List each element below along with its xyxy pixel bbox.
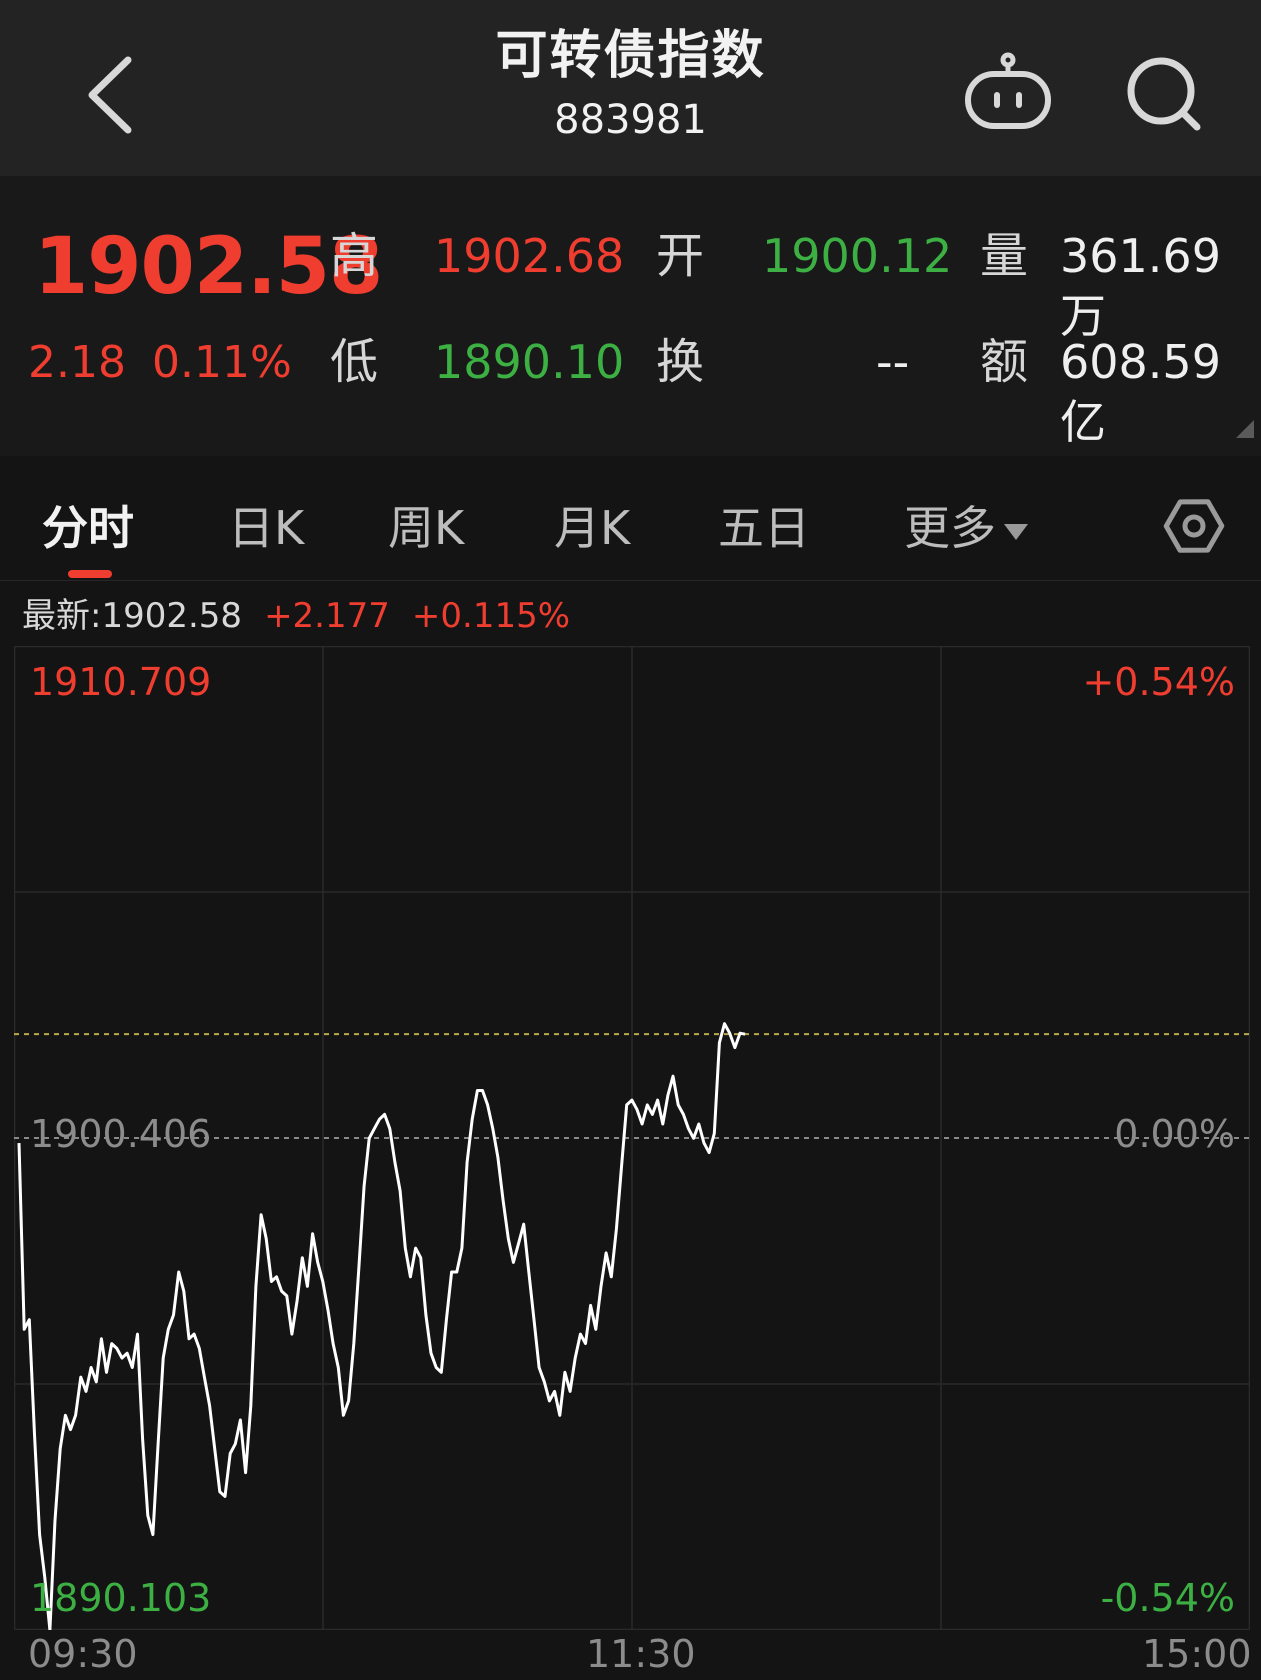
x-axis-label-close: 15:00 — [1142, 1632, 1252, 1676]
turnover-value: -- — [876, 335, 910, 389]
chart-period-tabs: 分时 日K 周K 月K 五日 更多 — [0, 470, 1261, 581]
x-axis-label-midday: 11:30 — [586, 1632, 696, 1676]
low-label: 低 — [330, 334, 379, 390]
tab-more[interactable]: 更多 — [904, 498, 1028, 558]
pct-axis-bottom-label: -0.54% — [1100, 1576, 1235, 1620]
high-label: 高 — [330, 228, 379, 284]
open-label: 开 — [656, 228, 705, 284]
top-bar: 可转债指数 883981 — [0, 0, 1261, 176]
volume-value: 361.69万 — [1060, 229, 1221, 343]
low-value: 1890.10 — [434, 335, 625, 389]
page-title: 可转债指数 — [495, 26, 766, 86]
robot-assistant-button[interactable] — [962, 50, 1054, 132]
robot-icon — [965, 52, 1051, 129]
tab-daily-k[interactable]: 日K — [228, 498, 304, 558]
volume-label: 量 — [980, 228, 1029, 284]
tab-weekly-k[interactable]: 周K — [388, 498, 464, 558]
latest-price-text: 最新:1902.58 — [22, 596, 243, 636]
y-axis-bottom-label: 1890.103 — [30, 1576, 212, 1620]
pct-axis-mid-label: 0.00% — [1114, 1112, 1235, 1156]
y-axis-top-label: 1910.709 — [30, 660, 212, 704]
price-change-percent: 0.11% — [152, 337, 292, 388]
chart-info-line: 最新:1902.58 +2.177 +0.115% — [22, 592, 592, 640]
caret-down-icon — [1004, 523, 1028, 540]
y-axis-mid-label: 1900.406 — [30, 1112, 212, 1156]
search-button[interactable] — [1125, 55, 1205, 135]
title-block: 可转债指数 883981 — [0, 22, 1261, 146]
search-icon — [1127, 57, 1201, 131]
tab-more-label: 更多 — [904, 501, 996, 555]
amount-label: 额 — [980, 334, 1029, 390]
active-tab-indicator — [68, 570, 112, 578]
open-value: 1900.12 — [762, 229, 953, 283]
turnover-label: 换 — [656, 334, 705, 390]
settings-hexagon-icon — [1163, 499, 1225, 553]
chart-settings-button[interactable] — [1162, 494, 1226, 558]
price-change: 2.18 — [28, 337, 126, 388]
latest-change-pct-text: +0.115% — [411, 596, 571, 636]
tab-intraday[interactable]: 分时 — [42, 498, 134, 558]
high-value: 1902.68 — [434, 229, 625, 283]
latest-change-text: +2.177 — [264, 596, 390, 636]
pct-axis-top-label: +0.54% — [1082, 660, 1235, 704]
x-axis-label-open: 09:30 — [28, 1632, 138, 1676]
security-code: 883981 — [554, 97, 707, 143]
expand-corner-icon[interactable] — [1236, 420, 1254, 438]
tab-five-day[interactable]: 五日 — [718, 498, 810, 558]
amount-value: 608.59亿 — [1060, 335, 1221, 449]
tab-monthly-k[interactable]: 月K — [554, 498, 630, 558]
